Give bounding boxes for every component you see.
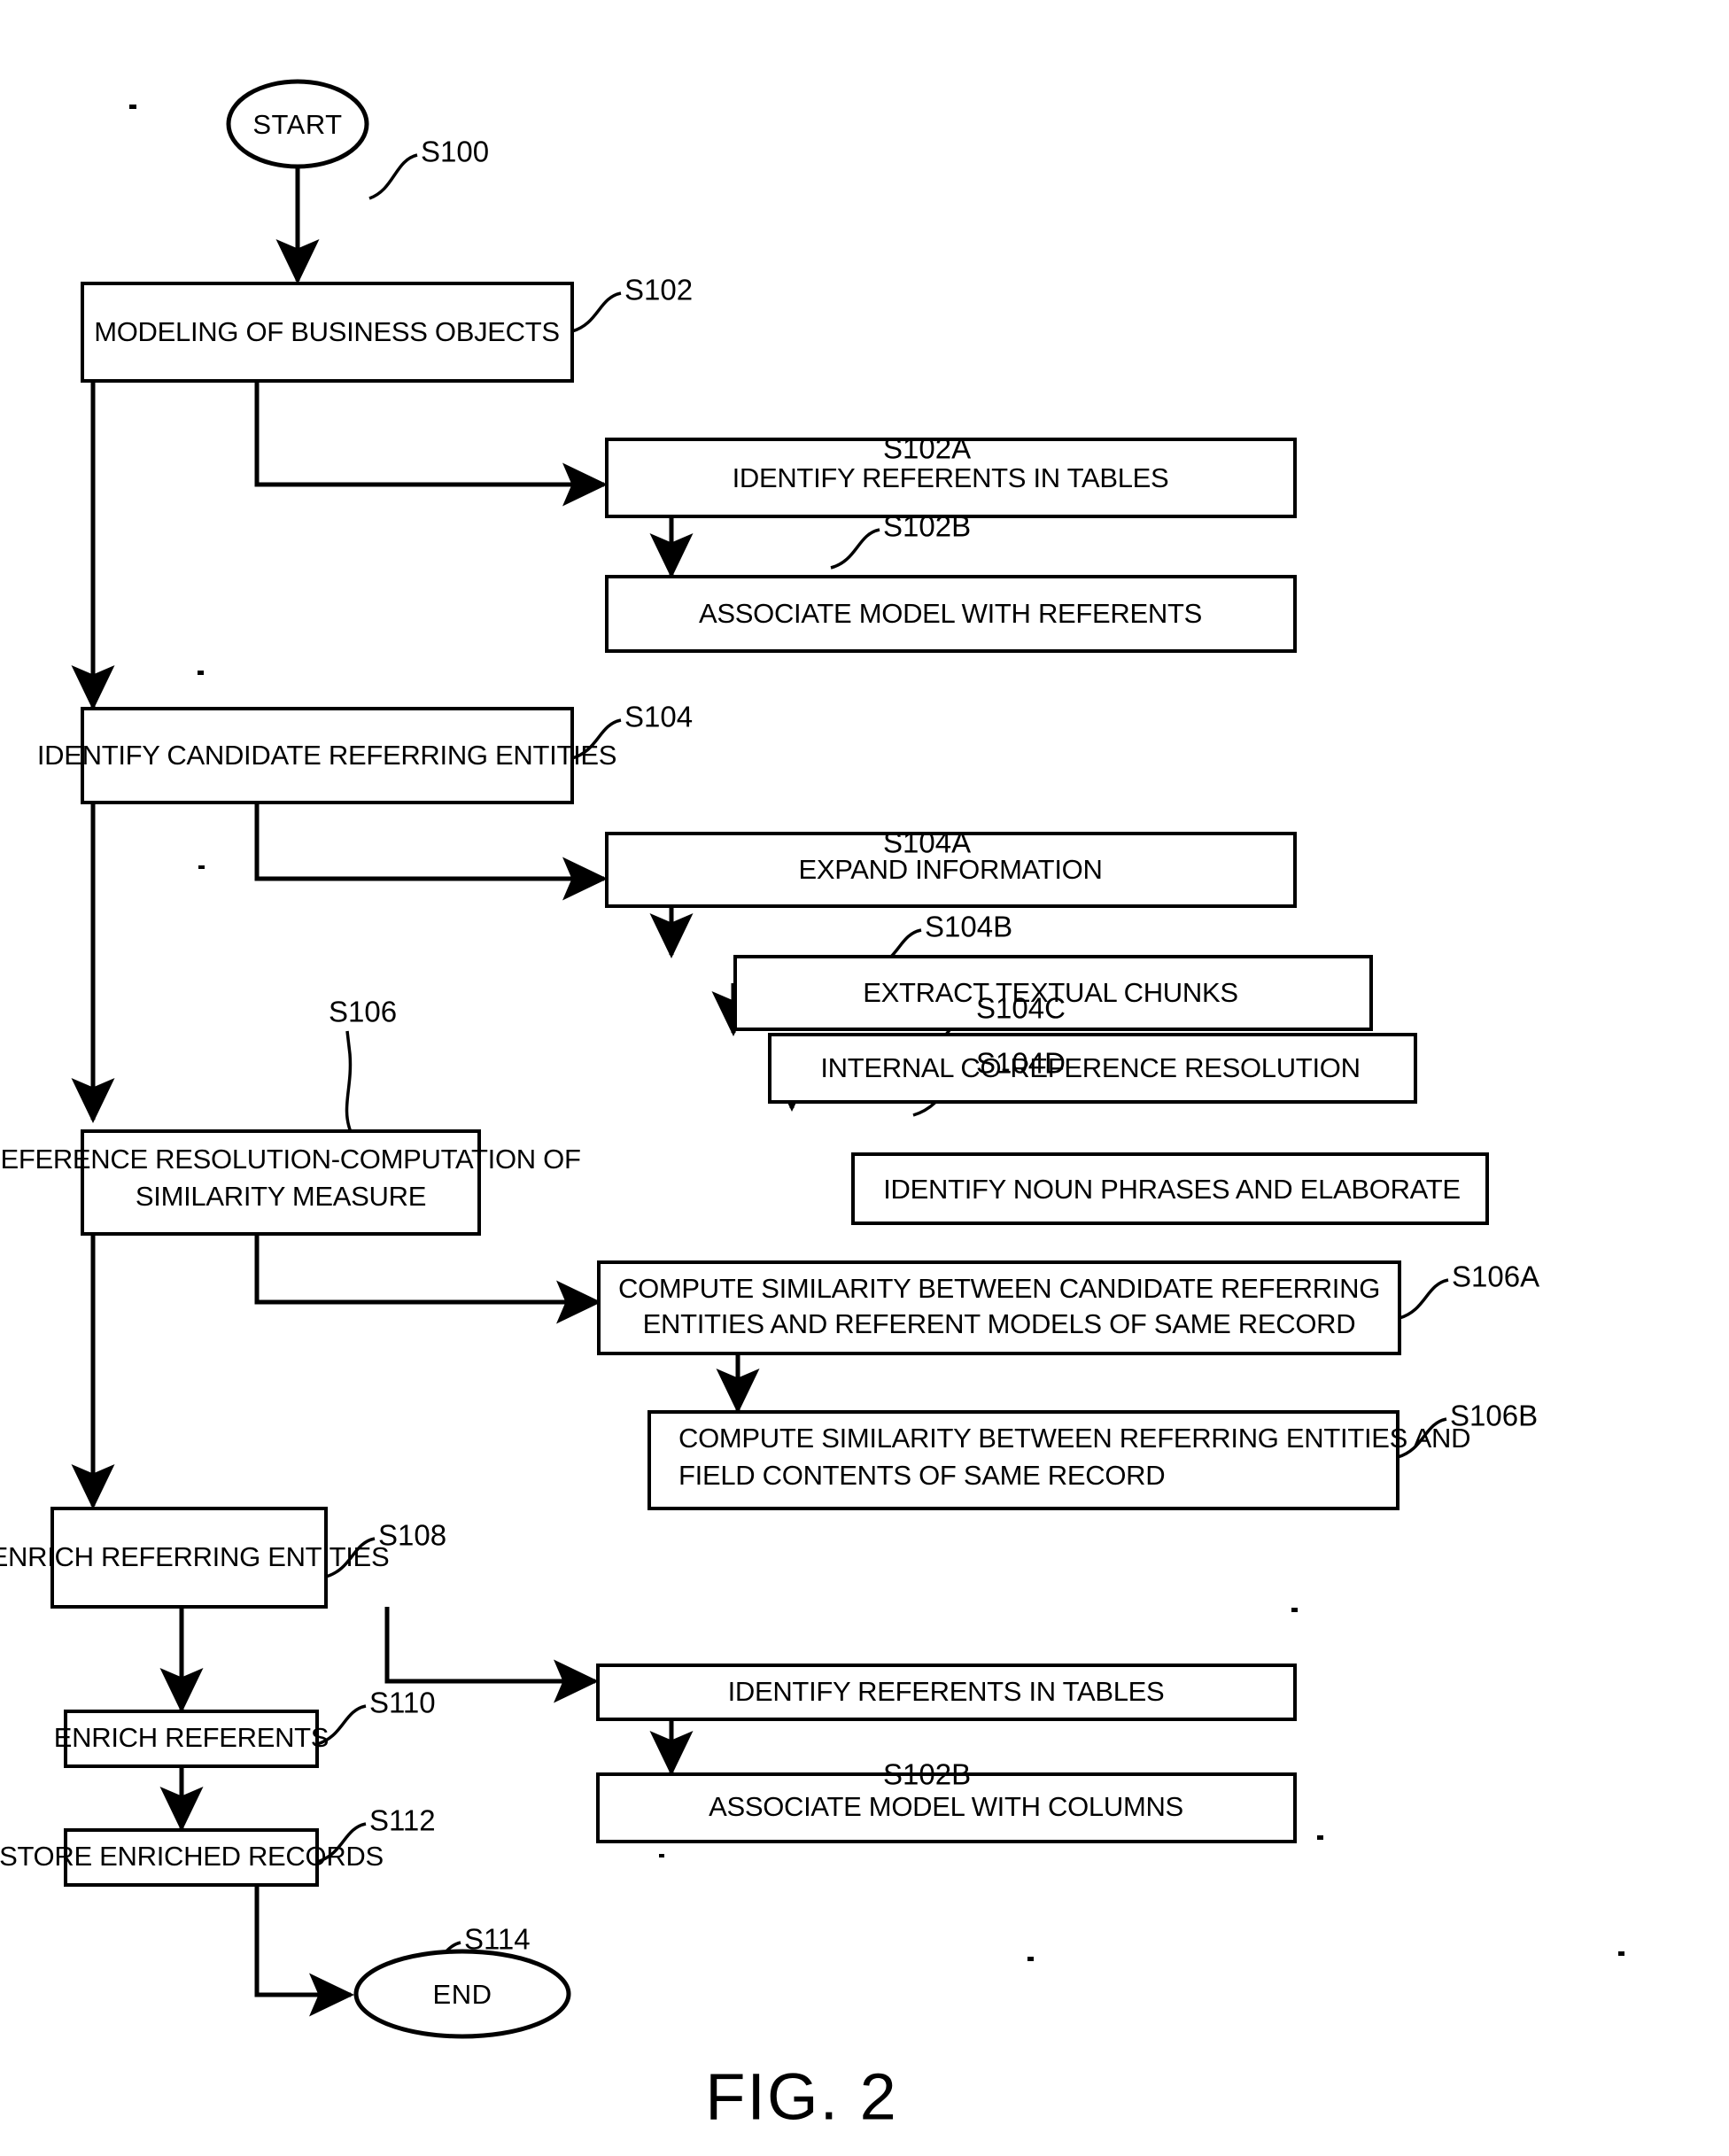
scan-speck bbox=[198, 865, 205, 869]
ref-label-s106b: S106B bbox=[1450, 1400, 1538, 1432]
leader-s102b-top bbox=[830, 528, 880, 570]
ref-label-s104d: S104D bbox=[976, 1047, 1066, 1080]
node-modeling-of-business-objects: MODELING OF BUSINESS OBJECTS bbox=[81, 282, 574, 383]
figure-caption: FIG. 2 bbox=[705, 2060, 898, 2134]
scan-speck bbox=[659, 1854, 664, 1857]
ref-label-s110: S110 bbox=[369, 1687, 436, 1719]
node-store-enriched-records: STORE ENRICHED RECORDS bbox=[0, 1828, 384, 1887]
node-enrich-referents: ENRICH REFERENTS bbox=[54, 1710, 330, 1768]
leader-s102 bbox=[571, 291, 622, 333]
node-compute-similarity-referent-models: COMPUTE SIMILARITY BETWEEN CANDIDATE REF… bbox=[597, 1260, 1401, 1355]
ref-label-s104c: S104C bbox=[976, 992, 1066, 1025]
node-compute-sim-a-line2: ENTITIES AND REFERENT MODELS OF SAME REC… bbox=[643, 1308, 1356, 1339]
scan-speck bbox=[1027, 1957, 1034, 1961]
node-reference-resolution-line2: SIMILARITY MEASURE bbox=[136, 1181, 426, 1212]
node-associate-columns-label: ASSOCIATE MODEL WITH COLUMNS bbox=[709, 1791, 1183, 1822]
node-store-records-label: STORE ENRICHED RECORDS bbox=[0, 1841, 384, 1872]
ref-label-s102b-bottom: S102B bbox=[883, 1758, 971, 1791]
ref-label-s100: S100 bbox=[421, 136, 489, 168]
node-compute-sim-a-line1: COMPUTE SIMILARITY BETWEEN CANDIDATE REF… bbox=[618, 1273, 1380, 1304]
node-identify-referents-1-label: IDENTIFY REFERENTS IN TABLES bbox=[733, 462, 1169, 493]
node-end-label: END bbox=[433, 1979, 492, 2010]
leader-s106 bbox=[345, 1030, 353, 1133]
node-start-label: START bbox=[252, 109, 342, 140]
ref-label-s102: S102 bbox=[624, 274, 693, 306]
scan-speck bbox=[1291, 1608, 1298, 1612]
ref-label-s102b-top: S102B bbox=[883, 510, 971, 543]
node-enrich-referring-entities: ENRICH REFERRING ENTITIES bbox=[0, 1507, 390, 1609]
leader-s100 bbox=[368, 153, 418, 200]
scan-speck bbox=[129, 105, 136, 109]
node-internal-coref-label: INTERNAL CO-REFERENCE RESOLUTION bbox=[820, 1052, 1360, 1083]
scan-speck bbox=[1618, 1951, 1624, 1956]
node-enrich-referents-label: ENRICH REFERENTS bbox=[54, 1722, 329, 1753]
node-identify-referents-in-tables-2: IDENTIFY REFERENTS IN TABLES bbox=[596, 1664, 1297, 1721]
node-start: START bbox=[226, 79, 369, 169]
node-internal-co-reference-resolution: INTERNAL CO-REFERENCE RESOLUTION bbox=[768, 1033, 1417, 1104]
ref-label-s104a: S104A bbox=[883, 826, 971, 859]
node-reference-resolution-line1: REFERENCE RESOLUTION-COMPUTATION OF bbox=[0, 1144, 581, 1175]
ref-label-s114: S114 bbox=[464, 1923, 531, 1956]
node-compute-sim-b-line2: FIELD CONTENTS OF SAME RECORD bbox=[678, 1460, 1165, 1491]
node-noun-phrases-label: IDENTIFY NOUN PHRASES AND ELABORATE bbox=[883, 1174, 1461, 1205]
node-compute-sim-b-line1: COMPUTE SIMILARITY BETWEEN REFERRING ENT… bbox=[678, 1423, 1470, 1454]
node-reference-resolution-computation: REFERENCE RESOLUTION-COMPUTATION OF SIMI… bbox=[0, 1129, 581, 1236]
ref-label-s106: S106 bbox=[329, 996, 397, 1028]
figure-flowchart: START S100 MODELING OF BUSINESS OBJECTS … bbox=[0, 0, 1729, 2156]
node-enrich-referring-label: ENRICH REFERRING ENTITIES bbox=[0, 1541, 389, 1572]
connector-enrich-referring-to-identify-referents-tables-2 bbox=[384, 1607, 600, 1703]
flowchart-canvas: START S100 MODELING OF BUSINESS OBJECTS … bbox=[0, 79, 1624, 2134]
node-identify-noun-phrases-and-elaborate: IDENTIFY NOUN PHRASES AND ELABORATE bbox=[851, 1152, 1489, 1225]
node-end: END bbox=[353, 1949, 571, 2039]
connector-modeling-to-identify-referents bbox=[254, 381, 609, 507]
ref-label-s112: S112 bbox=[369, 1804, 436, 1837]
node-associate-model-referents-label: ASSOCIATE MODEL WITH REFERENTS bbox=[699, 598, 1202, 629]
ref-label-s108: S108 bbox=[378, 1519, 446, 1552]
ref-label-s104: S104 bbox=[624, 701, 693, 733]
node-identify-candidate-referring-entities: IDENTIFY CANDIDATE REFERRING ENTITIES bbox=[37, 707, 616, 804]
scan-speck bbox=[198, 671, 204, 675]
connector-identify-candidate-to-expand-information bbox=[254, 803, 609, 901]
leader-s106a bbox=[1399, 1278, 1449, 1320]
node-identify-referents-2-label: IDENTIFY REFERENTS IN TABLES bbox=[728, 1676, 1165, 1707]
node-compute-similarity-field-contents: COMPUTE SIMILARITY BETWEEN REFERRING ENT… bbox=[647, 1410, 1470, 1510]
node-modeling-label: MODELING OF BUSINESS OBJECTS bbox=[94, 316, 560, 347]
ref-label-s106a: S106A bbox=[1452, 1260, 1539, 1293]
ref-label-s104b: S104B bbox=[925, 911, 1012, 943]
node-associate-model-with-referents: ASSOCIATE MODEL WITH REFERENTS bbox=[605, 575, 1297, 653]
connector-store-records-to-end bbox=[254, 1885, 355, 2017]
node-identify-candidate-label: IDENTIFY CANDIDATE REFERRING ENTITIES bbox=[37, 740, 616, 771]
scan-speck bbox=[1317, 1835, 1323, 1840]
ref-label-s102a: S102A bbox=[883, 432, 971, 465]
